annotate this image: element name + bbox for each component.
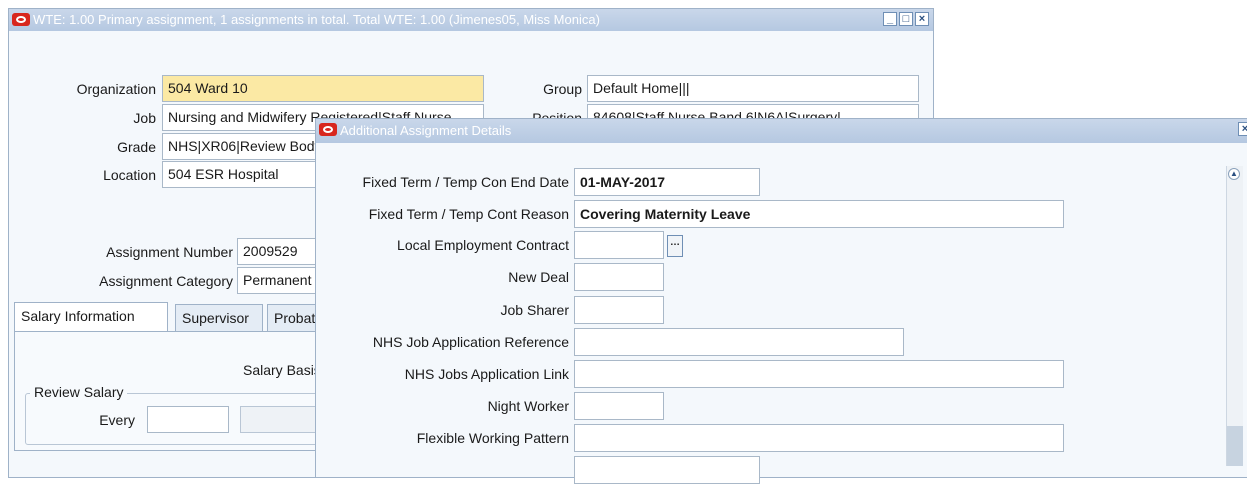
assignment-number-label: Assignment Number [106,244,233,260]
job-sharer-field[interactable] [574,296,664,324]
scroll-up-icon[interactable]: ▲ [1228,168,1240,180]
nhs-job-application-reference-label: NHS Job Application Reference [372,334,569,350]
oracle-logo-icon [319,123,337,136]
flexible-working-pattern-field[interactable] [574,424,1064,452]
dialog-title: Additional Assignment Details [340,123,512,138]
salary-basis-label: Salary Basis [243,362,321,378]
assignment-category-label: Assignment Category [99,273,233,289]
location-label: Location [103,167,156,183]
organization-field[interactable]: 504 Ward 10 [162,75,484,102]
assignment-window-titlebar[interactable]: WTE: 1.00 Primary assignment, 1 assignme… [9,9,933,31]
fixed-term-end-date-label: Fixed Term / Temp Con End Date [362,174,569,190]
close-icon[interactable]: × [915,12,929,26]
dialog-close-icon[interactable]: × [1238,122,1247,136]
night-worker-label: Night Worker [487,398,569,414]
new-deal-field[interactable] [574,263,664,291]
flexible-working-pattern-label: Flexible Working Pattern [416,430,569,446]
list-of-values-icon[interactable]: … [667,235,683,257]
grade-label: Grade [117,139,156,155]
scrollbar-thumb[interactable] [1227,426,1243,466]
fixed-term-reason-label: Fixed Term / Temp Cont Reason [368,206,569,222]
group-label: Group [543,81,582,97]
nhs-job-application-reference-field[interactable] [574,328,904,356]
dialog-titlebar[interactable]: Additional Assignment Details × [316,119,1247,143]
window-title: WTE: 1.00 Primary assignment, 1 assignme… [33,12,600,27]
next-field-partial[interactable] [574,456,760,484]
night-worker-field[interactable] [574,392,664,420]
job-sharer-label: Job Sharer [500,302,569,318]
review-frequency-field[interactable] [240,406,320,433]
local-employment-contract-field[interactable] [574,231,664,259]
review-salary-label: Review Salary [30,384,128,400]
new-deal-label: New Deal [508,269,569,285]
job-label: Job [133,110,156,126]
organization-label: Organization [76,81,156,97]
fixed-term-reason-field[interactable]: Covering Maternity Leave [574,200,1064,228]
minimize-icon[interactable]: _ [883,12,897,26]
every-field[interactable] [147,406,229,433]
group-field[interactable]: Default Home||| [587,75,919,102]
tab-supervisor[interactable]: Supervisor [175,304,263,331]
oracle-logo-icon [12,13,30,26]
every-label: Every [99,412,135,428]
nhs-jobs-application-link-label: NHS Jobs Application Link [404,366,569,382]
nhs-jobs-application-link-field[interactable] [574,360,1064,388]
fixed-term-end-date-field[interactable]: 01-MAY-2017 [574,168,760,196]
local-employment-contract-label: Local Employment Contract [397,237,569,253]
tab-salary-information[interactable]: Salary Information [14,302,168,332]
dialog-vertical-scrollbar[interactable] [1226,166,1243,466]
maximize-icon[interactable]: □ [899,12,913,26]
